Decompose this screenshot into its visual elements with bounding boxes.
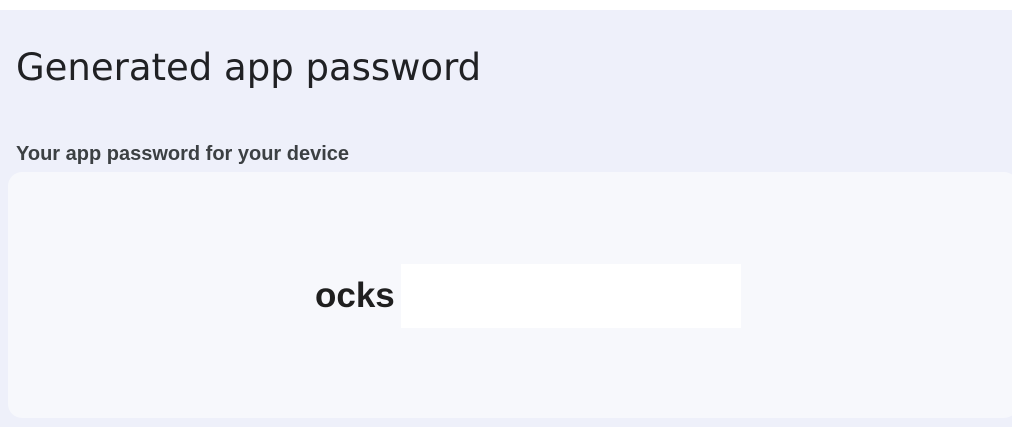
password-description: Your app password for your device — [16, 143, 350, 165]
app-password-dialog: Generated app password Your app password… — [0, 10, 1012, 427]
dialog-title: Generated app password — [16, 46, 482, 89]
password-row: ocks — [315, 264, 741, 328]
app-password-text[interactable]: ocks — [315, 276, 395, 316]
password-display-box: ocks — [8, 172, 1012, 418]
password-redaction-block — [400, 264, 741, 328]
